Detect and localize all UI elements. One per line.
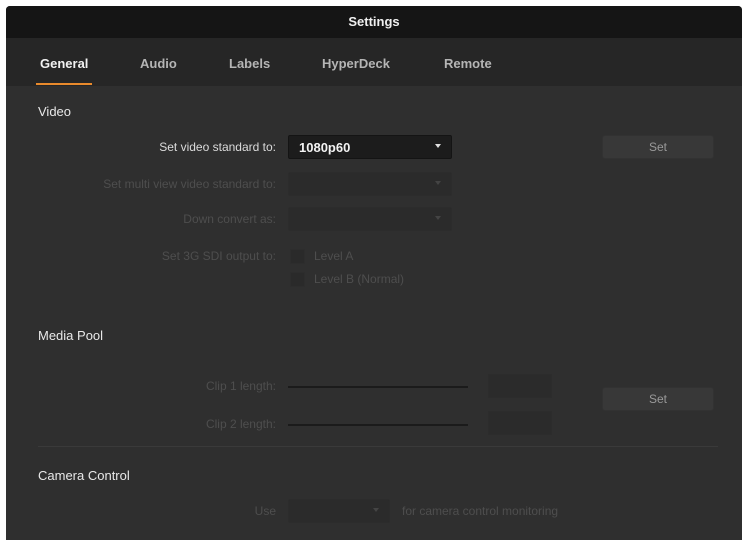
camera-control-select[interactable] <box>288 499 390 523</box>
chevron-down-icon <box>373 508 379 512</box>
tab-general[interactable]: General <box>35 38 93 86</box>
video-section-title: Video <box>38 104 72 119</box>
multiview-standard-select[interactable] <box>288 172 452 196</box>
multiview-standard-label: Set multi view video standard to: <box>103 177 276 191</box>
window-title: Settings <box>6 6 742 38</box>
clip2-length-slider[interactable] <box>288 424 468 426</box>
video-standard-select[interactable]: 1080p60 <box>288 135 452 159</box>
camera-control-suffix: for camera control monitoring <box>402 504 559 518</box>
clip2-length-input[interactable] <box>488 411 552 435</box>
level-b-label: Level B (Normal) <box>314 272 405 286</box>
chevron-down-icon <box>435 216 441 220</box>
tab-labels[interactable]: Labels <box>229 38 270 86</box>
tab-remote[interactable]: Remote <box>444 38 492 86</box>
level-a-checkbox[interactable] <box>290 249 305 264</box>
video-standard-value: 1080p60 <box>299 140 351 155</box>
section-divider <box>38 446 718 447</box>
clip1-length-slider[interactable] <box>288 386 468 388</box>
video-standard-label: Set video standard to: <box>159 140 276 154</box>
clip1-length-label: Clip 1 length: <box>205 379 276 393</box>
down-convert-label: Down convert as: <box>183 212 276 226</box>
set-media-pool-button[interactable]: Set <box>602 387 714 411</box>
chevron-down-icon <box>435 181 441 185</box>
set-video-standard-button[interactable]: Set <box>602 135 714 159</box>
level-b-checkbox[interactable] <box>290 272 305 287</box>
clip2-length-label: Clip 2 length: <box>205 417 276 431</box>
chevron-down-icon <box>435 144 441 148</box>
tab-bar: General Audio Labels HyperDeck Remote <box>6 38 742 86</box>
sdi-output-label: Set 3G SDI output to: <box>161 249 276 263</box>
settings-window: Settings General Audio Labels HyperDeck … <box>6 6 742 540</box>
down-convert-select[interactable] <box>288 207 452 231</box>
tab-hyperdeck[interactable]: HyperDeck <box>322 38 390 86</box>
level-a-label: Level A <box>314 249 354 263</box>
camera-control-section-title: Camera Control <box>38 468 130 483</box>
camera-use-label: Use <box>254 504 276 518</box>
tab-audio[interactable]: Audio <box>140 38 177 86</box>
clip1-length-input[interactable] <box>488 374 552 398</box>
media-pool-section-title: Media Pool <box>38 328 104 343</box>
